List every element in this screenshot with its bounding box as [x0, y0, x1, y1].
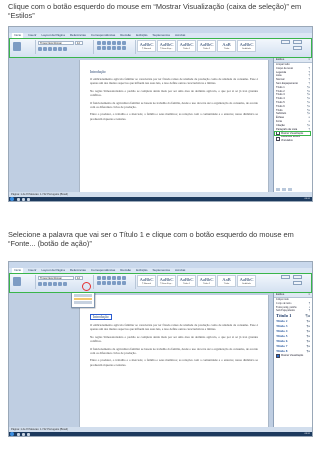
word-icon[interactable] — [27, 197, 30, 201]
styles-pane-footer — [276, 188, 292, 191]
doc-paragraph: Entre o produtor, o trabalho e o mercado… — [90, 112, 258, 121]
document-area: Introdução O embrionamento agrícola fami… — [9, 292, 312, 427]
doc-paragraph: No reglas Simosatreladera o padrão se co… — [90, 88, 258, 98]
start-button-icon[interactable] — [10, 197, 14, 201]
styles-pane: Estilos × Limpar tudo Corpo de texto ¶ Le… — [273, 57, 312, 192]
word-screenshot-1: Início Inserir Layout da Página Referênc… — [8, 26, 313, 202]
document-page[interactable]: Introdução O embrionamento agrícola fami… — [79, 60, 269, 192]
word-screenshot-2: Início Inserir Layout da Página Referênc… — [8, 261, 313, 437]
mini-toolbar-row — [74, 294, 92, 297]
doc-paragraph: No reglas Simosatreladera o padrão se co… — [90, 334, 258, 344]
doc-paragraph: O embrionamento agrícola familiar se car… — [90, 77, 258, 86]
doc-paragraph: O funcionamento da agricultura familiar … — [90, 346, 258, 356]
checkbox-label: Mostrar Visualização — [281, 354, 304, 358]
browser-icon[interactable] — [22, 197, 25, 201]
taskbar: 09:31 — [9, 432, 312, 436]
mini-toolbar-row — [74, 301, 92, 304]
doc-heading: Introdução — [90, 70, 106, 74]
document-page[interactable]: Introdução O embrionamento agrícola fami… — [79, 295, 269, 427]
doc-heading-selected[interactable]: Introdução — [90, 314, 112, 320]
linked-style-icon: ¶a — [306, 349, 310, 354]
taskbar: 09:31 — [9, 197, 312, 201]
step2-caption: Selecione a palavra que vai ser o Título… — [8, 230, 294, 248]
step1-caption: Clique com o botão esquerdo do mouse em … — [8, 2, 302, 20]
clock: 09:31 — [304, 433, 310, 435]
manage-styles-icon[interactable] — [288, 188, 292, 191]
doc-paragraph: Entre o produtor, o trabalho e o mercado… — [90, 358, 258, 367]
highlight-box — [274, 130, 311, 136]
mini-toolbar-row-selected — [74, 297, 92, 301]
show-preview-checkbox[interactable]: Mostrar Visualização — [274, 354, 312, 359]
clock: 09:31 — [304, 198, 310, 200]
disable-linked-checkbox[interactable]: Desabilitar Estilos Vinculados — [274, 135, 312, 142]
new-style-icon[interactable] — [276, 188, 280, 191]
doc-paragraph: O embrionamento agrícola familiar se car… — [90, 323, 258, 332]
checkbox-icon — [276, 136, 280, 141]
checkbox-icon — [276, 354, 280, 359]
highlight-ribbon — [9, 273, 312, 293]
styles-pane-preview: Estilos × Limpar tudo Corpo de texto ¶ Fo… — [273, 292, 312, 427]
document-area: Introdução O embrionamento agrícola fami… — [9, 57, 312, 192]
preview-checkbox-wrap: Mostrar Visualização — [274, 130, 312, 136]
explorer-icon[interactable] — [17, 197, 20, 201]
checkbox-label: Desabilitar Estilos Vinculados — [280, 135, 300, 142]
highlight-ribbon — [9, 38, 312, 58]
mini-toolbar-popup[interactable] — [71, 292, 95, 308]
explorer-icon[interactable] — [17, 432, 20, 436]
browser-icon[interactable] — [22, 432, 25, 436]
style-inspector-icon[interactable] — [282, 188, 286, 191]
doc-paragraph: O funcionamento da agricultura familiar … — [90, 100, 258, 110]
word-icon[interactable] — [27, 432, 30, 436]
start-button-icon[interactable] — [10, 432, 14, 436]
